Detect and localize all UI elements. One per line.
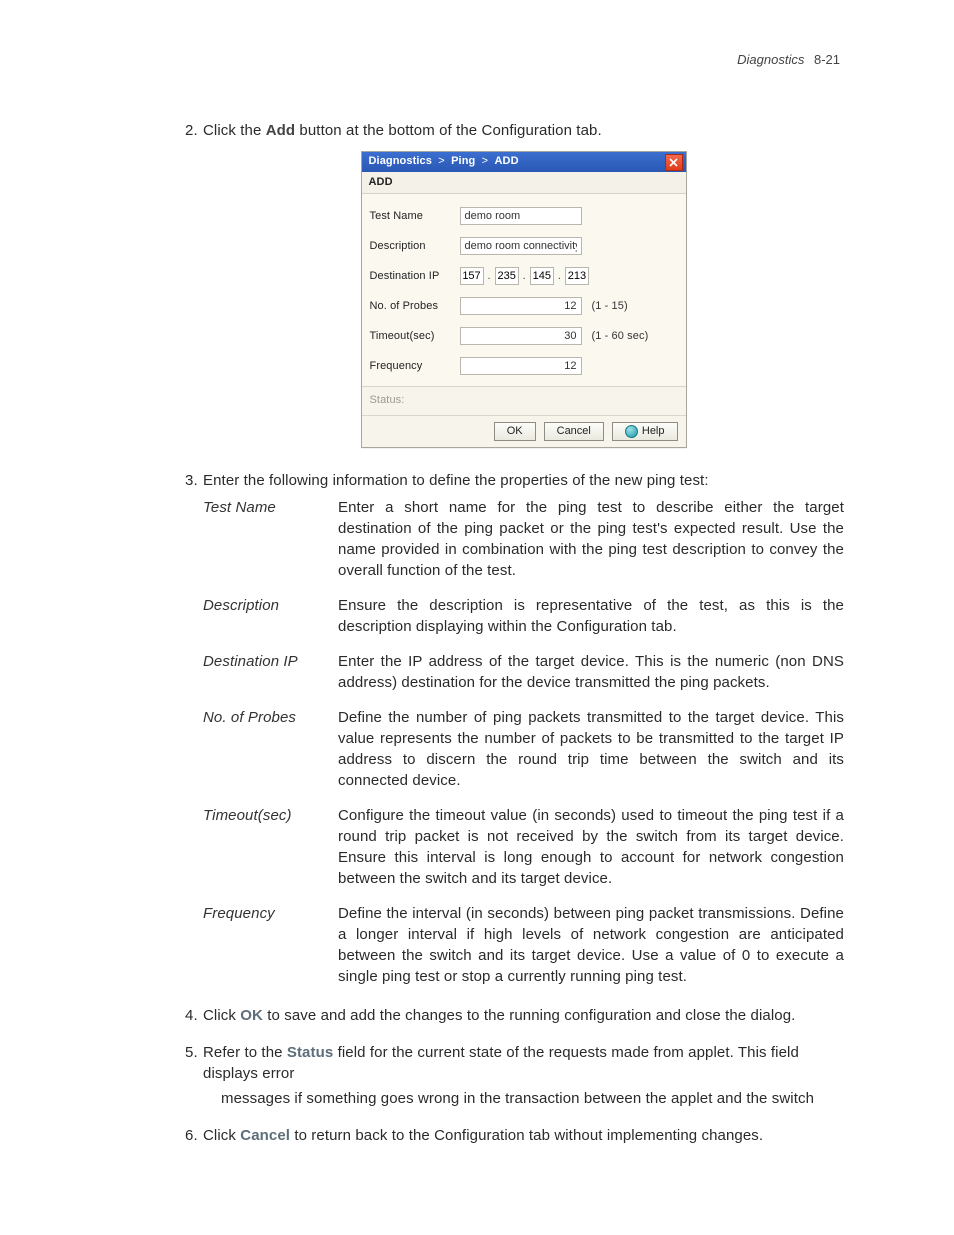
def-dest-ip: Destination IP Enter the IP address of t… bbox=[203, 651, 844, 693]
add-ping-dialog: Diagnostics > Ping > ADD ADD bbox=[361, 151, 687, 448]
label-frequency: Frequency bbox=[370, 359, 460, 374]
desc-probes: Define the number of ping packets transm… bbox=[338, 707, 844, 791]
ok-button-label: OK bbox=[507, 425, 523, 437]
crumb-ping: Ping bbox=[451, 155, 475, 167]
help-icon bbox=[625, 425, 638, 438]
label-probes: No. of Probes bbox=[370, 299, 460, 314]
cancel-button[interactable]: Cancel bbox=[544, 422, 604, 441]
label-description: Description bbox=[370, 239, 460, 254]
cancel-button-label: Cancel bbox=[557, 425, 591, 437]
running-header: Diagnostics 8-21 bbox=[737, 52, 840, 67]
label-dest-ip: Destination IP bbox=[370, 269, 460, 284]
ok-keyword: OK bbox=[240, 1007, 263, 1024]
desc-test-name: Enter a short name for the ping test to … bbox=[338, 497, 844, 581]
probes-input[interactable] bbox=[460, 297, 582, 315]
help-button[interactable]: Help bbox=[612, 422, 678, 441]
def-timeout: Timeout(sec) Configure the timeout value… bbox=[203, 805, 844, 889]
term-probes: No. of Probes bbox=[203, 707, 338, 728]
ip-dot: . bbox=[558, 269, 561, 284]
desc-description: Ensure the description is representative… bbox=[338, 595, 844, 637]
ip-octet-4[interactable] bbox=[565, 267, 589, 285]
ip-dot: . bbox=[523, 269, 526, 284]
step3-text: Enter the following information to defin… bbox=[203, 472, 709, 489]
step-5: Refer to the Status field for the curren… bbox=[185, 1042, 844, 1109]
def-test-name: Test Name Enter a short name for the pin… bbox=[203, 497, 844, 581]
ip-dot: . bbox=[488, 269, 491, 284]
step-4: Click OK to save and add the changes to … bbox=[185, 1005, 844, 1026]
label-timeout: Timeout(sec) bbox=[370, 329, 460, 344]
ip-octet-2[interactable] bbox=[495, 267, 519, 285]
term-frequency: Frequency bbox=[203, 903, 338, 924]
test-name-input[interactable] bbox=[460, 207, 582, 225]
label-test-name: Test Name bbox=[370, 209, 460, 224]
probes-hint: (1 - 15) bbox=[592, 299, 628, 314]
crumb-diagnostics: Diagnostics bbox=[369, 155, 432, 167]
desc-frequency: Define the interval (in seconds) between… bbox=[338, 903, 844, 987]
destination-ip-input[interactable]: . . . bbox=[460, 267, 589, 285]
status-keyword: Status bbox=[287, 1044, 333, 1061]
help-button-label: Help bbox=[642, 425, 665, 437]
description-input[interactable] bbox=[460, 237, 582, 255]
dialog-breadcrumb: Diagnostics > Ping > ADD bbox=[369, 154, 519, 169]
ok-button[interactable]: OK bbox=[494, 422, 536, 441]
term-test-name: Test Name bbox=[203, 497, 338, 518]
step2-post: button at the bottom of the Configuratio… bbox=[295, 122, 602, 139]
desc-dest-ip: Enter the IP address of the target devic… bbox=[338, 651, 844, 693]
step-2: Click the Add button at the bottom of th… bbox=[185, 120, 844, 448]
crumb-add: ADD bbox=[495, 155, 519, 167]
dialog-subhead: ADD bbox=[362, 172, 686, 194]
page-number: 8-21 bbox=[814, 52, 840, 67]
step6-pre: Click bbox=[203, 1127, 240, 1144]
add-keyword: Add bbox=[266, 122, 295, 139]
status-label: Status: bbox=[362, 386, 686, 414]
step5-line2: messages if something goes wrong in the … bbox=[221, 1088, 844, 1109]
term-description: Description bbox=[203, 595, 338, 616]
term-dest-ip: Destination IP bbox=[203, 651, 338, 672]
ip-octet-1[interactable] bbox=[460, 267, 484, 285]
dialog-titlebar: Diagnostics > Ping > ADD bbox=[362, 152, 686, 172]
step-6: Click Cancel to return back to the Confi… bbox=[185, 1125, 844, 1146]
step2-pre: Click the bbox=[203, 122, 266, 139]
step4-post: to save and add the changes to the runni… bbox=[263, 1007, 795, 1024]
term-timeout: Timeout(sec) bbox=[203, 805, 338, 826]
step-3: Enter the following information to defin… bbox=[185, 470, 844, 987]
def-frequency: Frequency Define the interval (in second… bbox=[203, 903, 844, 987]
timeout-input[interactable] bbox=[460, 327, 582, 345]
cancel-keyword: Cancel bbox=[240, 1127, 290, 1144]
step4-pre: Click bbox=[203, 1007, 240, 1024]
def-probes: No. of Probes Define the number of ping … bbox=[203, 707, 844, 791]
close-icon[interactable] bbox=[665, 154, 683, 171]
step5-pre: Refer to the bbox=[203, 1044, 287, 1061]
section-name: Diagnostics bbox=[737, 52, 804, 67]
ip-octet-3[interactable] bbox=[530, 267, 554, 285]
definitions-list: Test Name Enter a short name for the pin… bbox=[203, 497, 844, 987]
desc-timeout: Configure the timeout value (in seconds)… bbox=[338, 805, 844, 889]
step6-post: to return back to the Configuration tab … bbox=[290, 1127, 763, 1144]
def-description: Description Ensure the description is re… bbox=[203, 595, 844, 637]
timeout-hint: (1 - 60 sec) bbox=[592, 329, 649, 344]
frequency-input[interactable] bbox=[460, 357, 582, 375]
